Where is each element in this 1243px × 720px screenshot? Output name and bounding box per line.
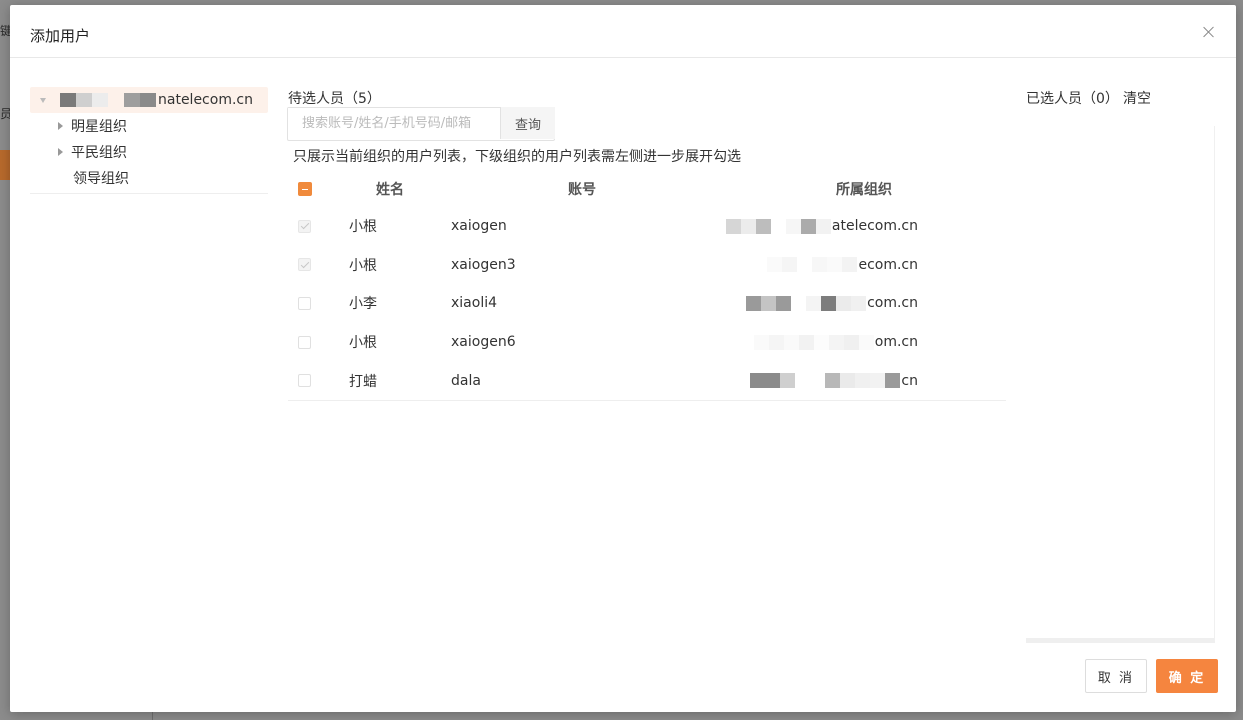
redacted-mosaic <box>725 218 831 234</box>
row-checkbox-cell <box>298 323 312 362</box>
select-all-checkbox[interactable] <box>298 182 312 196</box>
row-name: 小根 <box>349 257 377 274</box>
add-user-modal: 添加用户 natelecom.cn 明星组织 平民组织 领导组织 待选人员（5）… <box>10 5 1236 712</box>
caret-down-icon[interactable] <box>40 97 46 103</box>
row-checkbox[interactable] <box>298 296 311 310</box>
row-org-label: ecom.cn <box>858 256 918 273</box>
row-name: 小李 <box>349 296 377 313</box>
column-header-name: 姓名 <box>376 182 404 198</box>
caret-right-icon[interactable] <box>58 148 63 156</box>
row-org: cn <box>728 361 918 400</box>
row-checkbox-cell <box>298 246 312 285</box>
modal-title: 添加用户 <box>30 27 91 45</box>
row-account: xiaoli4 <box>451 295 498 312</box>
table-header: 姓名 账号 所属组织 <box>288 171 1006 207</box>
row-org: ecom.cn <box>728 246 918 285</box>
row-org: om.cn <box>728 323 918 362</box>
tree-node-label: natelecom.cn <box>158 92 253 108</box>
column-header-account: 账号 <box>568 182 596 198</box>
tree-node-label: 平民组织 <box>71 145 127 161</box>
confirm-button[interactable]: 确 定 <box>1156 659 1218 693</box>
selected-title: 已选人员（0） <box>1026 91 1119 107</box>
row-org-label: om.cn <box>874 334 918 351</box>
row-checkbox <box>298 219 311 233</box>
row-org-label: atelecom.cn <box>831 218 918 235</box>
tree-node-leaders[interactable]: 领导组织 <box>30 165 268 191</box>
row-checkbox <box>298 258 311 272</box>
select-all-cell <box>298 171 312 207</box>
close-icon[interactable] <box>1202 25 1216 39</box>
tree-node-label: 领导组织 <box>73 171 129 187</box>
pending-title: 待选人员（5） <box>288 91 381 107</box>
table-row[interactable]: 小根 xaiogen6 om.cn <box>288 323 1006 362</box>
table-row[interactable]: 小根 xaiogen atelecom.cn <box>288 207 1006 246</box>
redacted-mosaic <box>753 334 874 350</box>
pending-table: 姓名 账号 所属组织 小根 xaiogen atelecom.cn 小根 xai… <box>288 171 1006 401</box>
clear-button[interactable]: 清空 <box>1123 88 1151 108</box>
background-accent-strip <box>0 150 10 180</box>
row-account: xaiogen <box>451 218 507 235</box>
selected-list[interactable] <box>1026 126 1215 643</box>
table-row[interactable]: 打蜡 dala cn <box>288 361 1006 400</box>
row-checkbox-cell <box>298 284 312 323</box>
table-row[interactable]: 小李 xiaoli4 com.cn <box>288 284 1006 323</box>
tree-divider <box>30 193 268 194</box>
tree-node-stars[interactable]: 明星组织 <box>30 113 268 139</box>
row-checkbox-cell <box>298 207 312 246</box>
row-checkbox-cell <box>298 361 312 400</box>
org-tree: natelecom.cn 明星组织 平民组织 领导组织 <box>30 87 268 191</box>
tree-node-label: 明星组织 <box>71 119 127 135</box>
row-org-label: com.cn <box>867 295 918 312</box>
row-account: xaiogen3 <box>451 256 516 273</box>
row-account: dala <box>451 372 481 389</box>
row-org: com.cn <box>728 284 918 323</box>
search-box: 查询 <box>287 107 555 141</box>
column-header-org: 所属组织 <box>836 182 892 198</box>
redacted-mosaic <box>750 373 901 389</box>
row-org: atelecom.cn <box>725 207 918 246</box>
redacted-mosaic <box>767 257 858 273</box>
caret-right-icon[interactable] <box>58 122 63 130</box>
tree-node-civilians[interactable]: 平民组织 <box>30 139 268 165</box>
background-divider <box>152 712 153 720</box>
row-name: 打蜡 <box>349 373 377 390</box>
table-row[interactable]: 小根 xaiogen3 ecom.cn <box>288 246 1006 285</box>
cancel-button[interactable]: 取 消 <box>1085 659 1147 693</box>
redacted-mosaic <box>746 295 867 311</box>
table-bottom-border <box>288 399 1006 401</box>
row-account: xaiogen6 <box>451 334 516 351</box>
row-checkbox[interactable] <box>298 374 311 388</box>
modal-header: 添加用户 <box>10 5 1236 58</box>
row-name: 小根 <box>349 335 377 352</box>
row-name: 小根 <box>349 219 377 236</box>
row-org-label: cn <box>901 372 918 389</box>
hint-text: 只展示当前组织的用户列表，下级组织的用户列表需左侧进一步展开勾选 <box>293 149 741 165</box>
search-input[interactable] <box>288 108 501 138</box>
redacted-mosaic <box>60 93 156 107</box>
search-button[interactable]: 查询 <box>500 107 555 139</box>
row-checkbox[interactable] <box>298 335 311 349</box>
tree-node-root[interactable]: natelecom.cn <box>30 87 268 113</box>
